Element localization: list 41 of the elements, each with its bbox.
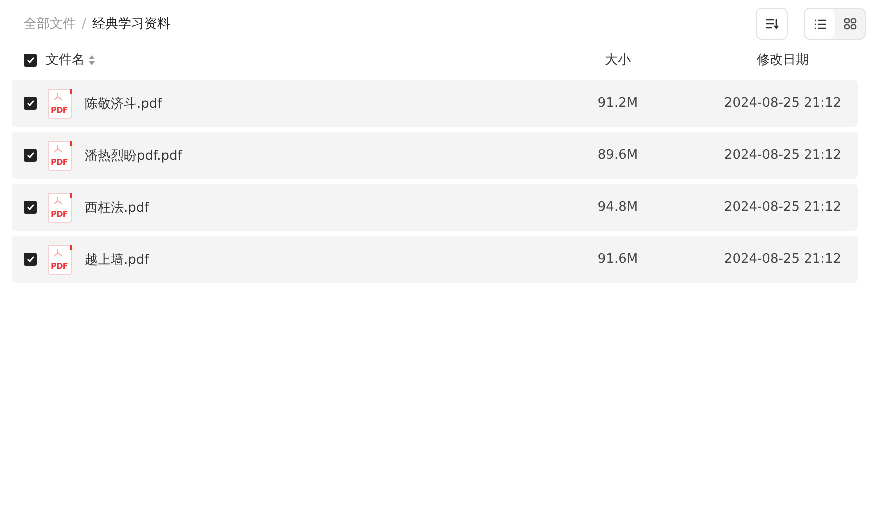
- grid-icon: [844, 18, 856, 30]
- sort-icon[interactable]: [89, 54, 95, 66]
- sort-order-icon: [765, 18, 779, 30]
- breadcrumb-separator: /: [82, 16, 86, 32]
- sort-button[interactable]: [756, 8, 788, 40]
- modified-date: 2024-08-25 21:12: [724, 200, 842, 215]
- column-header[interactable]: 文件名: [46, 51, 85, 69]
- file-row[interactable]: PDF 西枉法.pdf 94.8M 2024-08-25 21:12: [12, 184, 858, 231]
- modified-date: 2024-08-25 21:12: [724, 148, 842, 163]
- current-folder: 经典学习资料: [92, 16, 170, 33]
- check-icon: [26, 100, 34, 107]
- file-row[interactable]: PDF 潘热烈盼pdf.pdf 89.6M 2024-08-25 21:12: [12, 132, 858, 179]
- file-size: 94.8M: [598, 200, 638, 215]
- row-checkbox[interactable]: [24, 201, 37, 214]
- modified-date: 2024-08-25 21:12: [724, 252, 842, 267]
- row-checkbox[interactable]: [24, 253, 37, 266]
- row-checkbox[interactable]: [24, 97, 37, 110]
- list-view-button[interactable]: [805, 9, 835, 39]
- file-size: 89.6M: [598, 148, 638, 163]
- row-checkbox[interactable]: [24, 149, 37, 162]
- file-name: 越上墙.pdf: [85, 252, 150, 268]
- check-icon: [26, 204, 34, 211]
- file-name: 陈敬济斗.pdf: [85, 96, 162, 112]
- column-header: 大小: [605, 52, 631, 69]
- column-header: 修改日期: [757, 52, 809, 69]
- file-name: 潘热烈盼pdf.pdf: [85, 148, 182, 164]
- pdf-file-icon: PDF: [48, 88, 72, 118]
- pdf-file-icon: PDF: [48, 244, 72, 274]
- file-size: 91.6M: [598, 252, 638, 267]
- file-row[interactable]: PDF 陈敬济斗.pdf 91.2M 2024-08-25 21:12: [12, 80, 858, 127]
- list-icon: [814, 18, 826, 30]
- check-icon: [26, 152, 34, 159]
- select-all-checkbox[interactable]: [24, 54, 37, 66]
- pdf-file-icon: PDF: [48, 192, 72, 222]
- file-name: 西枉法.pdf: [85, 200, 150, 216]
- file-size: 91.2M: [598, 96, 638, 111]
- file-row[interactable]: PDF 越上墙.pdf 91.6M 2024-08-25 21:12: [12, 236, 858, 283]
- modified-date: 2024-08-25 21:12: [724, 96, 842, 111]
- check-icon: [26, 56, 34, 64]
- pdf-file-icon: PDF: [48, 140, 72, 170]
- check-icon: [26, 256, 34, 263]
